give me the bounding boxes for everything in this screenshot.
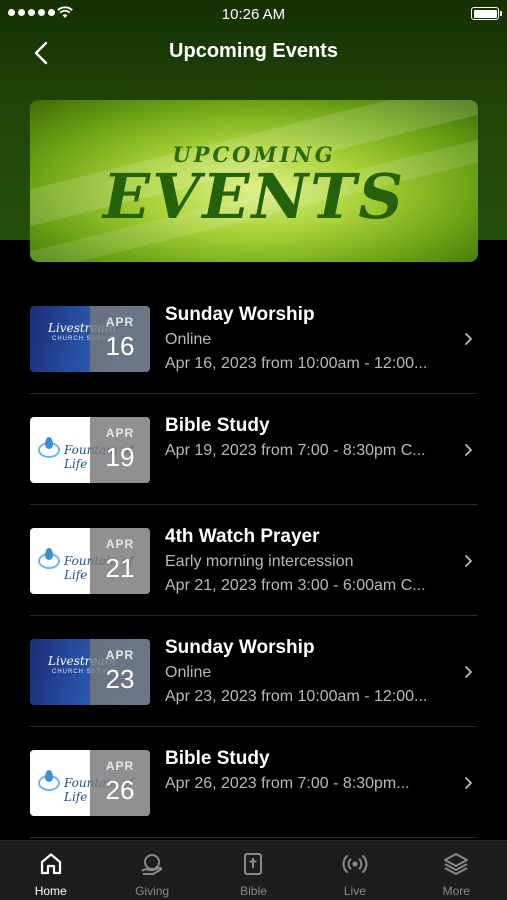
chevron-right-icon	[465, 666, 472, 678]
chevron-right-icon	[465, 333, 472, 345]
tab-label: Live	[343, 884, 366, 898]
event-title: Sunday Worship	[165, 637, 315, 658]
event-date: Apr 19, 2023 from 7:00 - 8:30pm C...	[165, 442, 426, 459]
battery-icon	[471, 7, 502, 20]
tab-label: Bible	[240, 884, 267, 898]
bible-icon	[239, 850, 267, 878]
date-badge: APR 19	[90, 417, 150, 483]
event-item[interactable]: Livestream CHURCH SERVICE APR 23 Sunday …	[0, 616, 507, 727]
event-title: 4th Watch Prayer	[165, 526, 320, 547]
event-item[interactable]: Livestream CHURCH SERVICE APR 16 Sunday …	[0, 283, 507, 394]
tab-label: More	[442, 884, 470, 898]
tab-giving[interactable]: Giving	[101, 841, 202, 900]
tab-live[interactable]: Live	[304, 841, 405, 900]
tab-bible[interactable]: Bible	[203, 841, 304, 900]
water-drop-icon	[45, 548, 53, 560]
date-month: APR	[105, 426, 135, 440]
banner-title: EVENTS	[102, 160, 406, 233]
event-item[interactable]: Fountain of Life APR 21 4th Watch Prayer…	[0, 505, 507, 616]
event-title: Bible Study	[165, 748, 270, 769]
home-icon	[37, 850, 65, 878]
chevron-right-icon	[465, 444, 472, 456]
status-time: 10:26 AM	[221, 6, 286, 23]
date-day: 23	[105, 664, 135, 694]
event-title: Bible Study	[165, 415, 270, 436]
water-drop-icon	[45, 437, 53, 449]
event-subtitle: Early morning intercession	[165, 553, 354, 570]
event-subtitle: Online	[165, 664, 212, 681]
date-badge: APR 16	[90, 306, 150, 372]
event-list: Livestream CHURCH SERVICE APR 16 Sunday …	[0, 283, 507, 838]
status-bar: 10:26 AM	[0, 0, 507, 28]
date-badge: APR 26	[90, 750, 150, 816]
date-day: 21	[105, 553, 135, 583]
tab-home[interactable]: Home	[0, 841, 101, 900]
event-title: Sunday Worship	[165, 304, 315, 325]
event-item[interactable]: Fountain of Life APR 26 Bible Study Apr …	[0, 727, 507, 838]
date-day: 16	[105, 331, 135, 361]
chevron-right-icon	[465, 777, 472, 789]
live-icon	[341, 850, 369, 878]
event-date: Apr 16, 2023 from 10:00am - 12:00...	[165, 355, 428, 372]
date-badge: APR 23	[90, 639, 150, 705]
page-title: Upcoming Events	[169, 40, 338, 62]
tab-label: Home	[34, 884, 67, 898]
tab-more[interactable]: More	[406, 841, 507, 900]
date-month: APR	[105, 315, 135, 329]
water-drop-icon	[45, 770, 53, 782]
giving-icon	[138, 850, 166, 878]
event-subtitle: Online	[165, 331, 212, 348]
date-day: 26	[105, 775, 135, 805]
event-date: Apr 26, 2023 from 7:00 - 8:30pm...	[165, 775, 410, 792]
events-banner: UPCOMING EVENTS	[30, 100, 478, 262]
date-month: APR	[105, 648, 135, 662]
event-date: Apr 23, 2023 from 10:00am - 12:00...	[165, 688, 428, 705]
date-month: APR	[105, 537, 135, 551]
tab-label: Giving	[135, 884, 170, 898]
date-month: APR	[105, 759, 135, 773]
tab-bar: Home Giving Bible Live More	[0, 840, 507, 900]
event-date: Apr 21, 2023 from 3:00 - 6:00am C...	[165, 577, 426, 594]
date-badge: APR 21	[90, 528, 150, 594]
date-day: 19	[105, 442, 135, 472]
layers-icon	[442, 850, 470, 878]
chevron-right-icon	[465, 555, 472, 567]
event-item[interactable]: Fountain of Life APR 19 Bible Study Apr …	[0, 394, 507, 505]
